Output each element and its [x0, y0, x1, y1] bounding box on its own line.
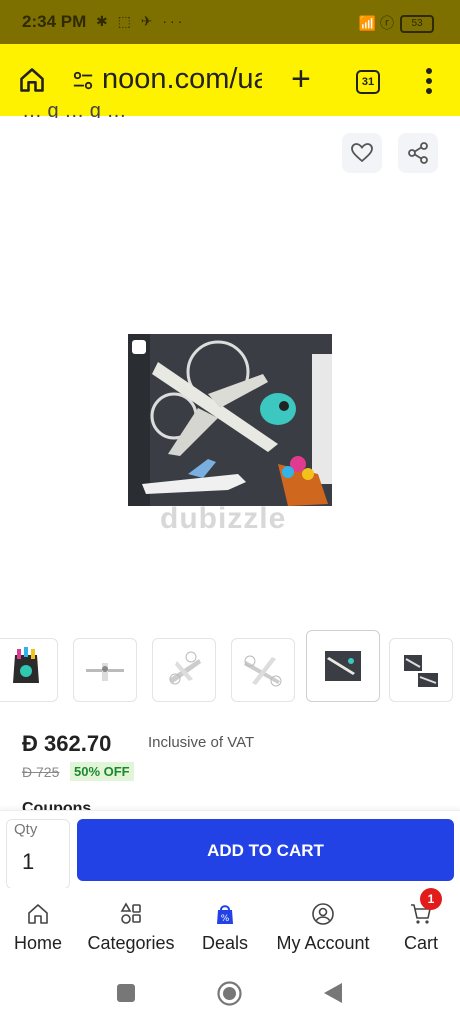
home-icon [28, 904, 48, 924]
nav-deals[interactable]: % Deals [175, 888, 275, 964]
thumbnail-3[interactable] [152, 638, 216, 702]
plane-top-image [169, 651, 201, 685]
share-button[interactable] [398, 133, 438, 173]
airplane-toy-box-image [128, 334, 332, 506]
battery-icon: 53 [400, 15, 434, 33]
tab-switcher-button[interactable]: 31 [356, 70, 380, 94]
signal-icons: 📶 ⓡ [358, 15, 394, 31]
box-set-image [404, 655, 438, 687]
nav-home-label: Home [13, 933, 62, 953]
nav-categories[interactable]: Categories [81, 888, 181, 964]
box-front-image [325, 651, 361, 681]
account-icon [312, 903, 334, 925]
watermark-logo: dubizzle [160, 502, 287, 535]
old-price-value: 725 [36, 764, 60, 780]
qty-value[interactable]: 1 [22, 849, 34, 875]
plane-side-image [244, 655, 282, 687]
thumbnail-5-selected[interactable] [306, 630, 380, 702]
nav-cart[interactable]: Cart [371, 888, 460, 964]
qty-label: Qty [14, 821, 38, 838]
back-icon[interactable] [324, 983, 342, 1003]
nav-account-label: My Account [276, 933, 370, 953]
nav-categories-label: Categories [87, 933, 175, 953]
new-tab-icon[interactable]: + [291, 62, 311, 96]
currency-symbol: Ð [22, 731, 38, 756]
nav-deals-label: Deals [201, 933, 249, 953]
thumbnail-6[interactable] [389, 638, 453, 702]
add-to-cart-bar: Qty 1 ADD TO CART [0, 810, 460, 889]
home-icon[interactable] [18, 66, 46, 94]
plane-front-image [86, 663, 124, 681]
heart-icon [351, 143, 373, 163]
wishlist-button[interactable] [342, 133, 382, 173]
home-button-icon[interactable] [217, 981, 242, 1006]
thumbnail-2[interactable] [73, 638, 137, 702]
more-menu-icon[interactable] [426, 68, 432, 94]
glove-image [13, 647, 39, 683]
status-time: 2:34 PM [22, 12, 87, 31]
url-field[interactable]: noon.com/ua [102, 63, 262, 96]
thumbnail-4[interactable] [231, 638, 295, 702]
vat-note: Inclusive of VAT [148, 734, 255, 751]
categories-icon [120, 902, 141, 924]
cart-badge: 1 [420, 888, 442, 910]
add-to-cart-button[interactable]: ADD TO CART [77, 819, 454, 881]
coupons-heading: Coupons [22, 800, 92, 810]
site-settings-icon[interactable] [72, 70, 94, 92]
product-image[interactable] [128, 334, 332, 506]
price-value: 362.70 [44, 731, 112, 756]
old-price: Ð 725 [22, 764, 59, 780]
price: Ð 362.70 [22, 731, 111, 757]
svg-text:%: % [221, 914, 230, 924]
nav-account[interactable]: My Account [273, 888, 373, 964]
status-bar: 2:34 PM ✱ ⬚ ✈ ··· 📶 ⓡ 53 [0, 0, 460, 44]
product-title: … g … g … [22, 100, 127, 118]
nav-cart-label: Cart [403, 933, 438, 953]
system-nav-bar [0, 964, 460, 1024]
recents-icon[interactable] [117, 984, 135, 1002]
thumbnail-1[interactable] [0, 638, 58, 702]
discount-badge: 50% OFF [70, 762, 134, 781]
share-icon [408, 142, 428, 164]
bottom-nav: Home Categories % Deals My Account Cart [0, 888, 460, 964]
nav-home[interactable]: Home [0, 888, 88, 964]
notification-icons: ✱ ⬚ ✈ ··· [96, 13, 186, 29]
deals-icon: % [217, 905, 233, 924]
old-price-currency: Ð [22, 764, 33, 780]
